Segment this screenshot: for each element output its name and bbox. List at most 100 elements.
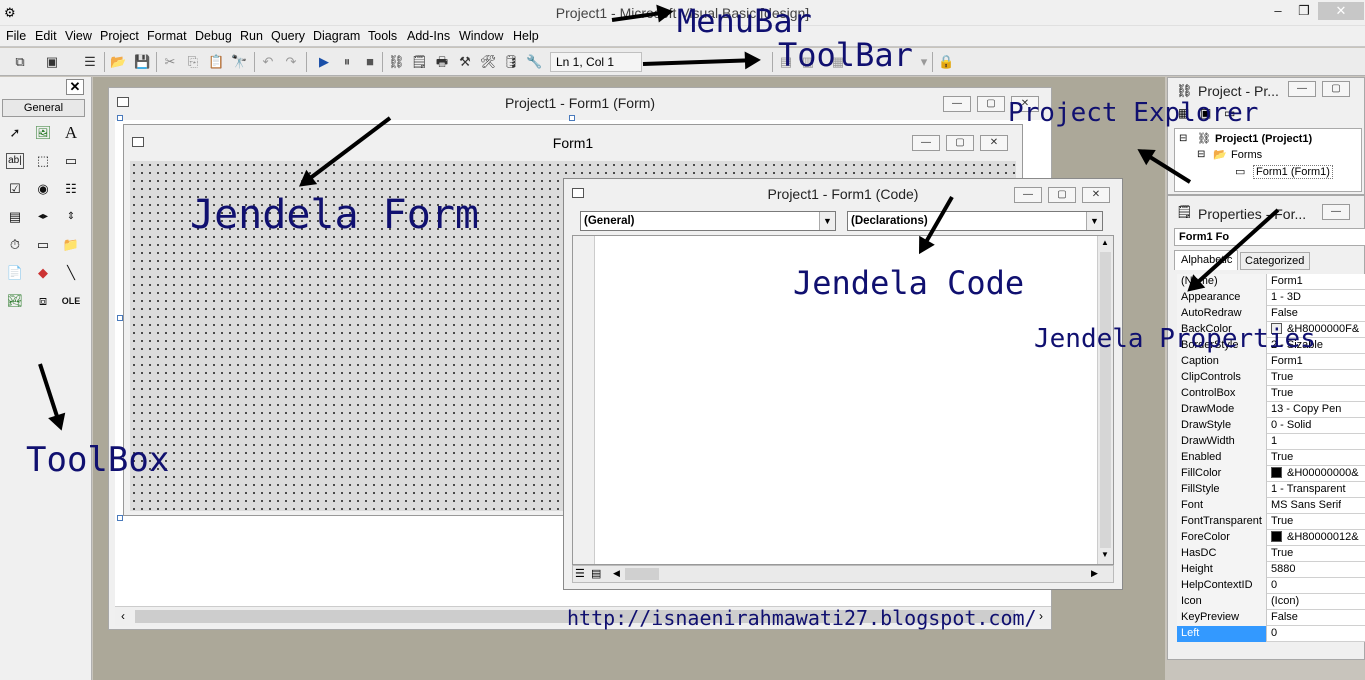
open-icon[interactable]: 📂 (110, 54, 126, 70)
ole-icon[interactable]: OLE (60, 290, 82, 312)
pointer-icon[interactable]: ➚ (4, 122, 26, 144)
code-window-minimize[interactable]: — (1014, 187, 1042, 203)
property-row[interactable]: ForeColor &H80000012& (1177, 530, 1365, 546)
commandbutton-icon[interactable]: ▭ (60, 150, 82, 172)
properties-window-icon[interactable]: 🗒 (411, 54, 428, 70)
object-combo[interactable]: (General) ▼ (580, 211, 836, 231)
tab-categorized[interactable]: Categorized (1240, 252, 1310, 270)
property-value[interactable]: &H80000012& (1268, 530, 1359, 546)
textbox-icon[interactable]: ab| (6, 153, 24, 169)
property-row[interactable]: Enabled True (1177, 450, 1365, 466)
object-browser-icon[interactable]: ⚒ (457, 54, 473, 70)
object-selector[interactable]: Form1 Fo (1174, 228, 1365, 246)
toolbox-icon[interactable]: 🛠 (480, 54, 497, 70)
copy-icon[interactable]: ⎘ (185, 54, 201, 70)
frame-icon[interactable]: ⬚ (32, 150, 54, 172)
property-value[interactable]: False (1268, 610, 1298, 626)
property-value[interactable]: 1 - 3D (1268, 290, 1301, 306)
tree-item-form1[interactable]: Form1 (Form1) (1253, 165, 1333, 179)
property-row[interactable]: AutoRedraw False (1177, 306, 1365, 322)
optionbutton-icon[interactable]: ◉ (32, 178, 54, 200)
collapse-icon[interactable]: ⊟ (1197, 149, 1205, 160)
collapse-icon[interactable]: ⊟ (1179, 133, 1187, 144)
data-view-icon[interactable]: 🛢 (503, 54, 520, 70)
resize-handle[interactable] (117, 315, 123, 321)
code-window-maximize[interactable]: ▢ (1048, 187, 1076, 203)
form-designer-minimize[interactable]: — (943, 96, 971, 112)
scroll-thumb[interactable] (625, 568, 659, 580)
menu-query[interactable]: Query (271, 29, 305, 43)
resize-handle[interactable] (117, 515, 123, 521)
full-module-view-icon[interactable]: ▤ (591, 567, 601, 580)
property-value[interactable]: 13 - Copy Pen (1268, 402, 1341, 418)
lock-controls-icon[interactable]: 🔒 (938, 54, 954, 70)
toolbox-general-tab[interactable]: General (2, 99, 85, 117)
listbox-icon[interactable]: ▤ (4, 206, 26, 228)
filelistbox-icon[interactable]: 📄 (4, 262, 26, 284)
toolbox-close-button[interactable]: ✕ (66, 79, 84, 95)
procedure-combo[interactable]: (Declarations) ▼ (847, 211, 1103, 231)
project-explorer-icon[interactable]: ⛓ (388, 54, 405, 70)
chevron-down-icon[interactable]: ▼ (1086, 212, 1102, 230)
chevron-down-icon[interactable]: ▼ (819, 212, 835, 230)
procedure-view-icon[interactable]: ☰ (575, 567, 585, 580)
resize-handle[interactable] (117, 115, 123, 121)
undo-icon[interactable]: ↶ (260, 54, 276, 70)
image-icon[interactable]: 🏞 (4, 290, 26, 312)
property-value[interactable]: 1 (1268, 434, 1277, 450)
scroll-down-icon[interactable]: ▼ (1101, 550, 1109, 559)
project-explorer-maximize[interactable]: ▢ (1322, 81, 1350, 97)
property-row[interactable]: DrawMode 13 - Copy Pen (1177, 402, 1365, 418)
vscrollbar-icon[interactable]: ⇕ (60, 206, 82, 228)
property-value[interactable]: 1 - Transparent (1268, 482, 1346, 498)
close-button[interactable]: ✕ (1318, 2, 1364, 20)
properties-minimize[interactable]: — (1322, 204, 1350, 220)
property-row[interactable]: Font MS Sans Serif (1177, 498, 1365, 514)
break-icon[interactable]: ⏸ (339, 54, 355, 70)
code-hscroll[interactable]: ☰ ▤ ◀ ▶ (572, 565, 1114, 583)
menu-diagram[interactable]: Diagram (313, 29, 360, 43)
dirlistbox-icon[interactable]: 📁 (60, 234, 82, 256)
minimize-button[interactable]: ‒ (1266, 2, 1290, 20)
property-row[interactable]: KeyPreview False (1177, 610, 1365, 626)
scroll-left-icon[interactable]: ‹ (121, 609, 125, 623)
property-value[interactable]: Form1 (1268, 354, 1303, 370)
paste-icon[interactable]: 📋 (208, 54, 224, 70)
menu-help[interactable]: Help (513, 29, 539, 43)
shape-icon[interactable]: ◆ (32, 262, 54, 284)
drivelistbox-icon[interactable]: ▭ (32, 234, 54, 256)
combobox-icon[interactable]: ☷ (60, 178, 82, 200)
property-row[interactable]: ClipControls True (1177, 370, 1365, 386)
property-row[interactable]: Height 5880 (1177, 562, 1365, 578)
project-explorer-minimize[interactable]: — (1288, 81, 1316, 97)
menu-view[interactable]: View (65, 29, 92, 43)
label-icon[interactable]: A (60, 122, 82, 144)
code-window-close[interactable]: ✕ (1082, 187, 1110, 203)
component-manager-icon[interactable]: 🔧 (526, 54, 542, 70)
property-value[interactable]: (Icon) (1268, 594, 1299, 610)
scroll-up-icon[interactable]: ▲ (1101, 238, 1109, 247)
maximize-button[interactable]: ❐ (1292, 2, 1316, 20)
tree-folder-forms[interactable]: Forms (1231, 149, 1262, 161)
property-value[interactable]: &H00000000& (1268, 466, 1359, 482)
menu-edit[interactable]: Edit (35, 29, 57, 43)
picturebox-icon[interactable]: 🖼 (32, 122, 54, 144)
menu-tools[interactable]: Tools (368, 29, 397, 43)
property-value[interactable]: Form1 (1268, 274, 1303, 290)
property-row[interactable]: HelpContextID 0 (1177, 578, 1365, 594)
scroll-left-icon[interactable]: ◀ (613, 568, 620, 579)
property-row[interactable]: Icon (Icon) (1177, 594, 1365, 610)
start-icon[interactable]: ▶ (316, 54, 332, 70)
find-icon[interactable]: 🔭 (231, 54, 247, 70)
menu-addins[interactable]: Add-Ins (407, 29, 450, 43)
property-value[interactable]: 0 (1268, 626, 1277, 642)
data-icon[interactable]: ⧈ (32, 290, 54, 312)
redo-icon[interactable]: ↷ (283, 54, 299, 70)
line-icon[interactable]: ╲ (60, 262, 82, 284)
scroll-right-icon[interactable]: ▶ (1091, 568, 1098, 579)
property-row[interactable]: HasDC True (1177, 546, 1365, 562)
scroll-thumb[interactable] (1100, 252, 1111, 548)
timer-icon[interactable]: ⏱ (4, 234, 26, 256)
form-layout-icon[interactable]: 🖶 (434, 54, 450, 70)
property-row[interactable]: Appearance 1 - 3D (1177, 290, 1365, 306)
